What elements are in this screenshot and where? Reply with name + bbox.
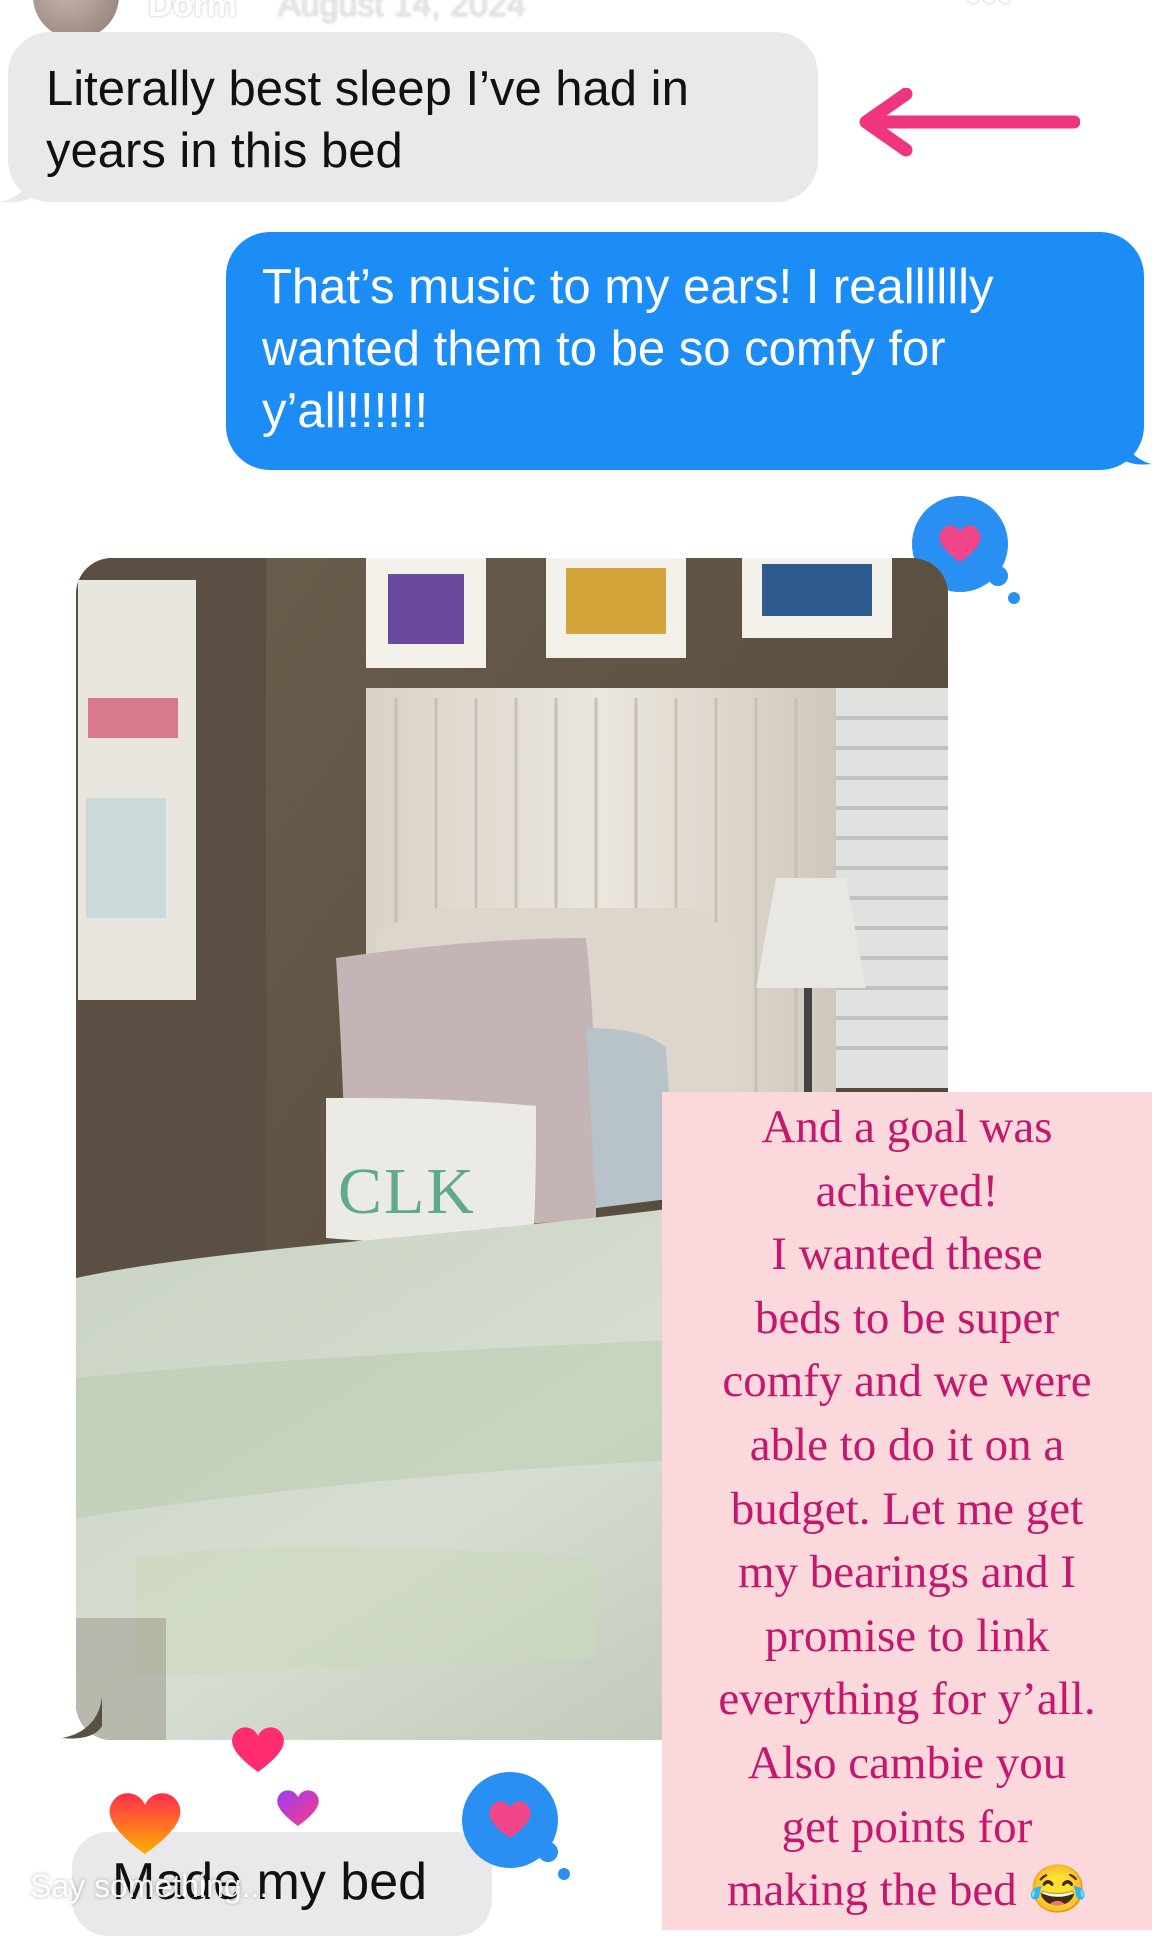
close-icon[interactable] — [1070, 0, 1126, 22]
overlay-line: budget. Let me get — [730, 1482, 1084, 1535]
overlay-line: And a goal was — [761, 1101, 1053, 1153]
bubble-tail — [1118, 418, 1152, 465]
pillow-monogram: CLK — [338, 1155, 476, 1228]
bubble-tail — [0, 160, 36, 203]
message-text: That’s music to my ears! I realllllly wa… — [262, 260, 994, 438]
heart-reaction-icon — [232, 1727, 284, 1772]
overlay-line: achieved! — [815, 1164, 999, 1217]
overlay-line: everything for y’all. — [718, 1673, 1096, 1726]
overlay-line: I wanted these — [771, 1228, 1043, 1281]
heart-reaction-icon — [109, 1793, 181, 1855]
incoming-message-bubble: Literally best sleep I’ve had in years i… — [8, 32, 818, 202]
more-icon[interactable]: ••• — [966, 0, 1026, 18]
overlay-line: promise to link — [764, 1609, 1050, 1662]
story-date: August 14, 2024 — [278, 0, 526, 24]
overlay-line: making the bed 😂 — [726, 1864, 1088, 1917]
bubble-tail — [62, 1696, 102, 1739]
overlay-line: able to do it on a — [749, 1418, 1065, 1471]
story-text-overlay: And a goal was achieved! I wanted these … — [662, 1092, 1152, 1930]
message-text: Literally best sleep I’ve had in years i… — [46, 62, 689, 178]
story-author-name[interactable]: Dorm — [148, 0, 237, 25]
reply-input[interactable]: Say something... — [30, 1868, 268, 1905]
arrow-icon — [859, 88, 1080, 157]
overlay-line: my bearings and I — [737, 1546, 1077, 1599]
overlay-line: get points for — [781, 1800, 1033, 1853]
overlay-line: beds to be super — [754, 1291, 1060, 1344]
heart-tapback-icon[interactable] — [460, 1770, 570, 1880]
overlay-line: comfy and we were — [722, 1355, 1092, 1408]
overlay-line: Also cambie you — [747, 1736, 1067, 1789]
outgoing-message-bubble: That’s music to my ears! I realllllly wa… — [226, 232, 1144, 470]
heart-reaction-icon — [277, 1790, 319, 1826]
